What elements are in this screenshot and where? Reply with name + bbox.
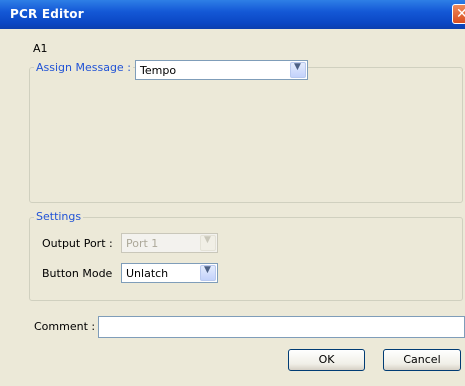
output-port-value: Port 1 [126,237,159,250]
ok-button[interactable]: OK [288,349,365,371]
chevron-down-icon: ▼ [204,265,211,275]
button-mode-dropdown-button[interactable]: ▼ [200,265,216,281]
record-label: A1 [33,42,48,55]
window-title: PCR Editor [10,7,84,21]
close-icon: ✕ [456,6,465,22]
assign-message-select[interactable]: Tempo ▼ [135,60,308,80]
settings-group-title: Settings [34,210,84,223]
chevron-down-icon: ▼ [204,235,211,245]
assign-message-value: Tempo [140,64,177,77]
output-port-dropdown-button: ▼ [200,235,216,251]
close-button[interactable]: ✕ [452,4,465,24]
button-mode-label: Button Mode [42,267,113,280]
cancel-button[interactable]: Cancel [383,349,461,371]
output-port-select: Port 1 ▼ [121,233,218,253]
assign-message-group [29,67,463,203]
settings-group [29,217,463,301]
assign-message-label: Assign Message : [34,61,133,74]
comment-label: Comment : [34,320,96,333]
comment-field[interactable] [98,316,465,338]
button-mode-select[interactable]: Unlatch ▼ [121,263,218,283]
button-mode-value: Unlatch [126,267,169,280]
chevron-down-icon: ▼ [294,62,301,72]
title-bar[interactable]: PCR Editor ✕ [0,0,465,29]
assign-message-dropdown-button[interactable]: ▼ [290,62,306,78]
output-port-label: Output Port : [42,237,113,250]
pcr-editor-dialog: PCR Editor ✕ A1 Assign Message : Tempo ▼… [0,0,465,386]
